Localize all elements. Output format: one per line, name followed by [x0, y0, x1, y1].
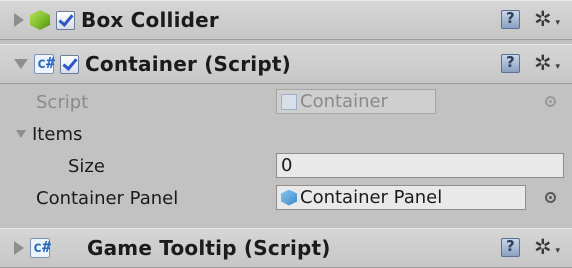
- script-label: Script: [36, 91, 89, 113]
- container-enabled-checkbox[interactable]: [60, 54, 79, 74]
- size-value: 0: [281, 155, 293, 176]
- object-picker-icon: [545, 96, 556, 107]
- container-panel-field[interactable]: Container Panel: [276, 185, 526, 210]
- gear-icon[interactable]: ✲ ▾: [534, 237, 560, 258]
- game-tooltip-header[interactable]: c# Game Tooltip (Script) ? ✲ ▾: [0, 228, 572, 268]
- component-title: Box Collider: [81, 8, 219, 32]
- foldout-arrow-icon[interactable]: [14, 13, 24, 27]
- container-script-header[interactable]: c# Container (Script) ? ✲ ▾: [0, 44, 572, 84]
- container-panel-label: Container Panel: [36, 187, 179, 209]
- container-panel-property-row: Container Panel Container Panel: [0, 182, 572, 214]
- script-property-row: Script Container: [0, 86, 572, 118]
- items-property-row[interactable]: Items: [0, 118, 572, 150]
- size-property-row: Size 0: [0, 150, 572, 182]
- gear-icon[interactable]: ✲ ▾: [534, 53, 560, 74]
- box-collider-enabled-checkbox[interactable]: [56, 10, 75, 30]
- script-value: Container: [300, 91, 388, 112]
- box-collider-header[interactable]: Box Collider ? ✲ ▾: [0, 0, 572, 40]
- component-title: Container (Script): [85, 52, 291, 76]
- object-picker-icon[interactable]: [545, 192, 556, 203]
- help-icon[interactable]: ?: [501, 9, 520, 29]
- script-icon: c#: [30, 238, 51, 258]
- script-file-icon: [281, 93, 297, 110]
- size-input[interactable]: 0: [276, 153, 564, 178]
- component-title: Game Tooltip (Script): [87, 236, 331, 260]
- script-field: Container: [276, 89, 436, 114]
- prefab-icon: [281, 189, 297, 206]
- foldout-arrow-icon[interactable]: [14, 241, 24, 255]
- help-icon[interactable]: ?: [501, 53, 520, 73]
- container-panel-value: Container Panel: [300, 187, 443, 208]
- items-foldout-icon[interactable]: [16, 130, 26, 138]
- items-label: Items: [32, 123, 83, 145]
- size-label: Size: [68, 155, 105, 177]
- cube-icon: [30, 10, 50, 30]
- help-icon[interactable]: ?: [501, 237, 520, 257]
- foldout-arrow-icon[interactable]: [14, 59, 28, 69]
- gear-icon[interactable]: ✲ ▾: [534, 9, 560, 30]
- script-icon: c#: [34, 54, 55, 74]
